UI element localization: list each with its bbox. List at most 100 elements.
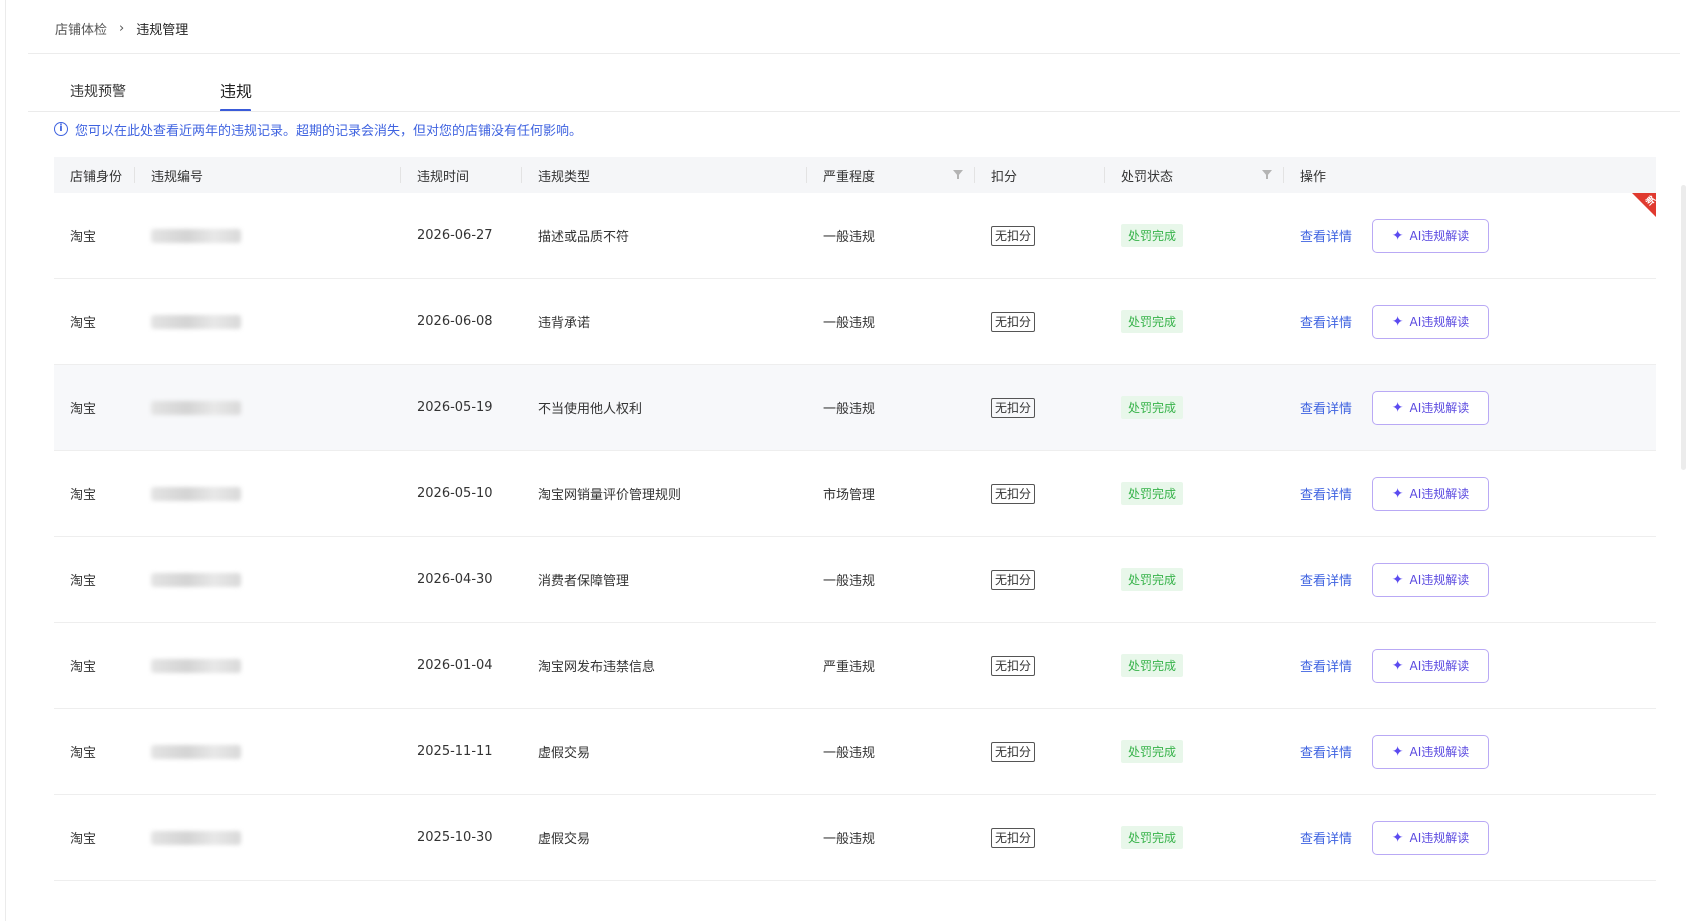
redacted-id <box>151 486 241 501</box>
table-row: 淘宝 2026-06-08 违背承诺 一般违规 无扣分 处罚完成 查看详情 ✦ … <box>54 279 1656 365</box>
cell-deduction: 无扣分 <box>975 709 1105 794</box>
table-row: 淘宝 2025-11-11 虚假交易 一般违规 无扣分 处罚完成 查看详情 ✦ … <box>54 709 1656 795</box>
status-badge: 处罚完成 <box>1121 224 1184 247</box>
breadcrumb: 店铺体检 › 违规管理 <box>55 17 188 39</box>
cell-actions: 查看详情 ✦ AI违规解读 <box>1284 537 1656 622</box>
ai-interpret-button[interactable]: ✦ AI违规解读 <box>1372 820 1489 855</box>
cell-shop: 淘宝 <box>70 488 97 503</box>
ai-button-label: AI违规解读 <box>1409 401 1470 415</box>
cell-violation-id <box>135 537 401 622</box>
info-notice: i 您可以在此处查看近两年的违规记录。超期的记录会消失，但对您的店铺没有任何影响… <box>54 120 583 139</box>
notice-text: 您可以在此处查看近两年的违规记录。超期的记录会消失，但对您的店铺没有任何影响。 <box>75 123 583 139</box>
status-badge: 处罚完成 <box>1121 482 1184 505</box>
status-badge: 处罚完成 <box>1121 310 1184 333</box>
view-detail-link[interactable]: 查看详情 <box>1300 656 1372 675</box>
table-row: 淘宝 2026-01-04 淘宝网发布违禁信息 严重违规 无扣分 处罚完成 查看… <box>54 623 1656 709</box>
cell-deduction: 无扣分 <box>975 193 1105 278</box>
cell-type: 消费者保障管理 <box>538 574 630 589</box>
filter-icon[interactable] <box>1262 170 1272 179</box>
cell-shop: 淘宝 <box>70 402 97 417</box>
status-badge: 处罚完成 <box>1121 826 1184 849</box>
status-badge: 处罚完成 <box>1121 654 1184 677</box>
header-deduction: 扣分 <box>975 157 1105 193</box>
sparkle-icon: ✦ <box>1391 743 1404 760</box>
redacted-id <box>151 400 241 415</box>
table-row: 淘宝 2026-06-27 描述或品质不符 一般违规 无扣分 处罚完成 查看详情… <box>54 193 1656 279</box>
ai-interpret-button[interactable]: ✦ AI违规解读 <box>1372 562 1489 597</box>
ai-interpret-button[interactable]: ✦ AI违规解读 <box>1372 218 1489 253</box>
view-detail-link[interactable]: 查看详情 <box>1300 828 1372 847</box>
view-detail-link[interactable]: 查看详情 <box>1300 398 1372 417</box>
info-circle-icon: i <box>54 122 68 136</box>
tab-label: 违规预警 <box>70 84 126 100</box>
view-detail-link[interactable]: 查看详情 <box>1300 484 1372 503</box>
cell-deduction: 无扣分 <box>975 279 1105 364</box>
view-detail-link[interactable]: 查看详情 <box>1300 742 1372 761</box>
ai-interpret-button[interactable]: ✦ AI违规解读 <box>1372 476 1489 511</box>
ai-button-label: AI违规解读 <box>1409 659 1470 673</box>
ai-interpret-button[interactable]: ✦ AI违规解读 <box>1372 390 1489 425</box>
cell-type: 描述或品质不符 <box>538 230 630 245</box>
cell-violation-id <box>135 279 401 364</box>
tab-violation-warning[interactable]: 违规预警 <box>55 78 203 111</box>
cell-date: 2026-05-10 <box>417 486 493 501</box>
deduction-badge: 无扣分 <box>991 225 1036 246</box>
cell-severity: 一般违规 <box>823 746 876 761</box>
left-border <box>5 0 6 921</box>
redacted-id <box>151 744 241 759</box>
ai-button-label: AI违规解读 <box>1409 487 1470 501</box>
scrollbar[interactable] <box>1681 185 1686 470</box>
cell-type: 不当使用他人权利 <box>538 402 643 417</box>
cell-date: 2026-06-27 <box>417 228 493 243</box>
sparkle-icon: ✦ <box>1391 571 1404 588</box>
ai-interpret-button[interactable]: ✦ AI违规解读 <box>1372 304 1489 339</box>
sparkle-icon: ✦ <box>1391 313 1404 330</box>
view-detail-link[interactable]: 查看详情 <box>1300 226 1372 245</box>
header-divider <box>28 53 1680 54</box>
header-violation-time: 违规时间 <box>401 157 522 193</box>
cell-date: 2026-04-30 <box>417 572 493 587</box>
cell-actions: 查看详情 ✦ AI违规解读 <box>1284 279 1656 364</box>
sparkle-icon: ✦ <box>1391 399 1404 416</box>
breadcrumb-parent-link[interactable]: 店铺体检 <box>55 19 107 38</box>
view-detail-link[interactable]: 查看详情 <box>1300 570 1372 589</box>
cell-shop: 淘宝 <box>70 660 97 675</box>
ai-interpret-button[interactable]: ✦ AI违规解读 <box>1372 648 1489 683</box>
cell-severity: 一般违规 <box>823 316 876 331</box>
cell-status: 处罚完成 <box>1105 451 1284 536</box>
page: 店铺体检 › 违规管理 违规预警 违规 i 您可以在此处查看近两年的违规记录。超… <box>0 0 1692 921</box>
cell-actions: 查看详情 ✦ AI违规解读 <box>1284 193 1656 278</box>
header-shop-identity: 店铺身份 <box>54 157 135 193</box>
cell-violation-id <box>135 365 401 450</box>
table-row: 淘宝 2026-05-19 不当使用他人权利 一般违规 无扣分 处罚完成 查看详… <box>54 365 1656 451</box>
view-detail-link[interactable]: 查看详情 <box>1300 312 1372 331</box>
cell-severity: 一般违规 <box>823 402 876 417</box>
redacted-id <box>151 228 241 243</box>
header-violation-type: 违规类型 <box>522 157 807 193</box>
cell-status: 处罚完成 <box>1105 795 1284 880</box>
tab-violation[interactable]: 违规 <box>203 78 253 112</box>
ai-button-label: AI违规解读 <box>1409 229 1470 243</box>
tab-label: 违规 <box>220 82 253 101</box>
cell-date: 2026-01-04 <box>417 658 493 673</box>
deduction-badge: 无扣分 <box>991 397 1036 418</box>
header-severity: 严重程度 <box>807 157 975 193</box>
cell-severity: 一般违规 <box>823 832 876 847</box>
status-badge: 处罚完成 <box>1121 740 1184 763</box>
ai-interpret-button[interactable]: ✦ AI违规解读 <box>1372 734 1489 769</box>
deduction-badge: 无扣分 <box>991 483 1036 504</box>
cell-actions: 查看详情 ✦ AI违规解读 <box>1284 365 1656 450</box>
deduction-badge: 无扣分 <box>991 741 1036 762</box>
cell-type: 淘宝网发布违禁信息 <box>538 660 656 675</box>
deduction-badge: 无扣分 <box>991 827 1036 848</box>
table-row: 淘宝 2025-10-30 虚假交易 一般违规 无扣分 处罚完成 查看详情 ✦ … <box>54 795 1656 881</box>
filter-icon[interactable] <box>953 170 963 179</box>
cell-severity: 市场管理 <box>823 488 876 503</box>
cell-violation-id <box>135 193 401 278</box>
header-penalty-status: 处罚状态 <box>1105 157 1284 193</box>
chevron-right-icon: › <box>119 20 125 36</box>
sparkle-icon: ✦ <box>1391 829 1404 846</box>
cell-status: 处罚完成 <box>1105 709 1284 794</box>
status-badge: 处罚完成 <box>1121 396 1184 419</box>
violation-table: 店铺身份 违规编号 违规时间 违规类型 严重程度 扣分 处罚状态 操作 淘宝 2… <box>54 157 1656 881</box>
